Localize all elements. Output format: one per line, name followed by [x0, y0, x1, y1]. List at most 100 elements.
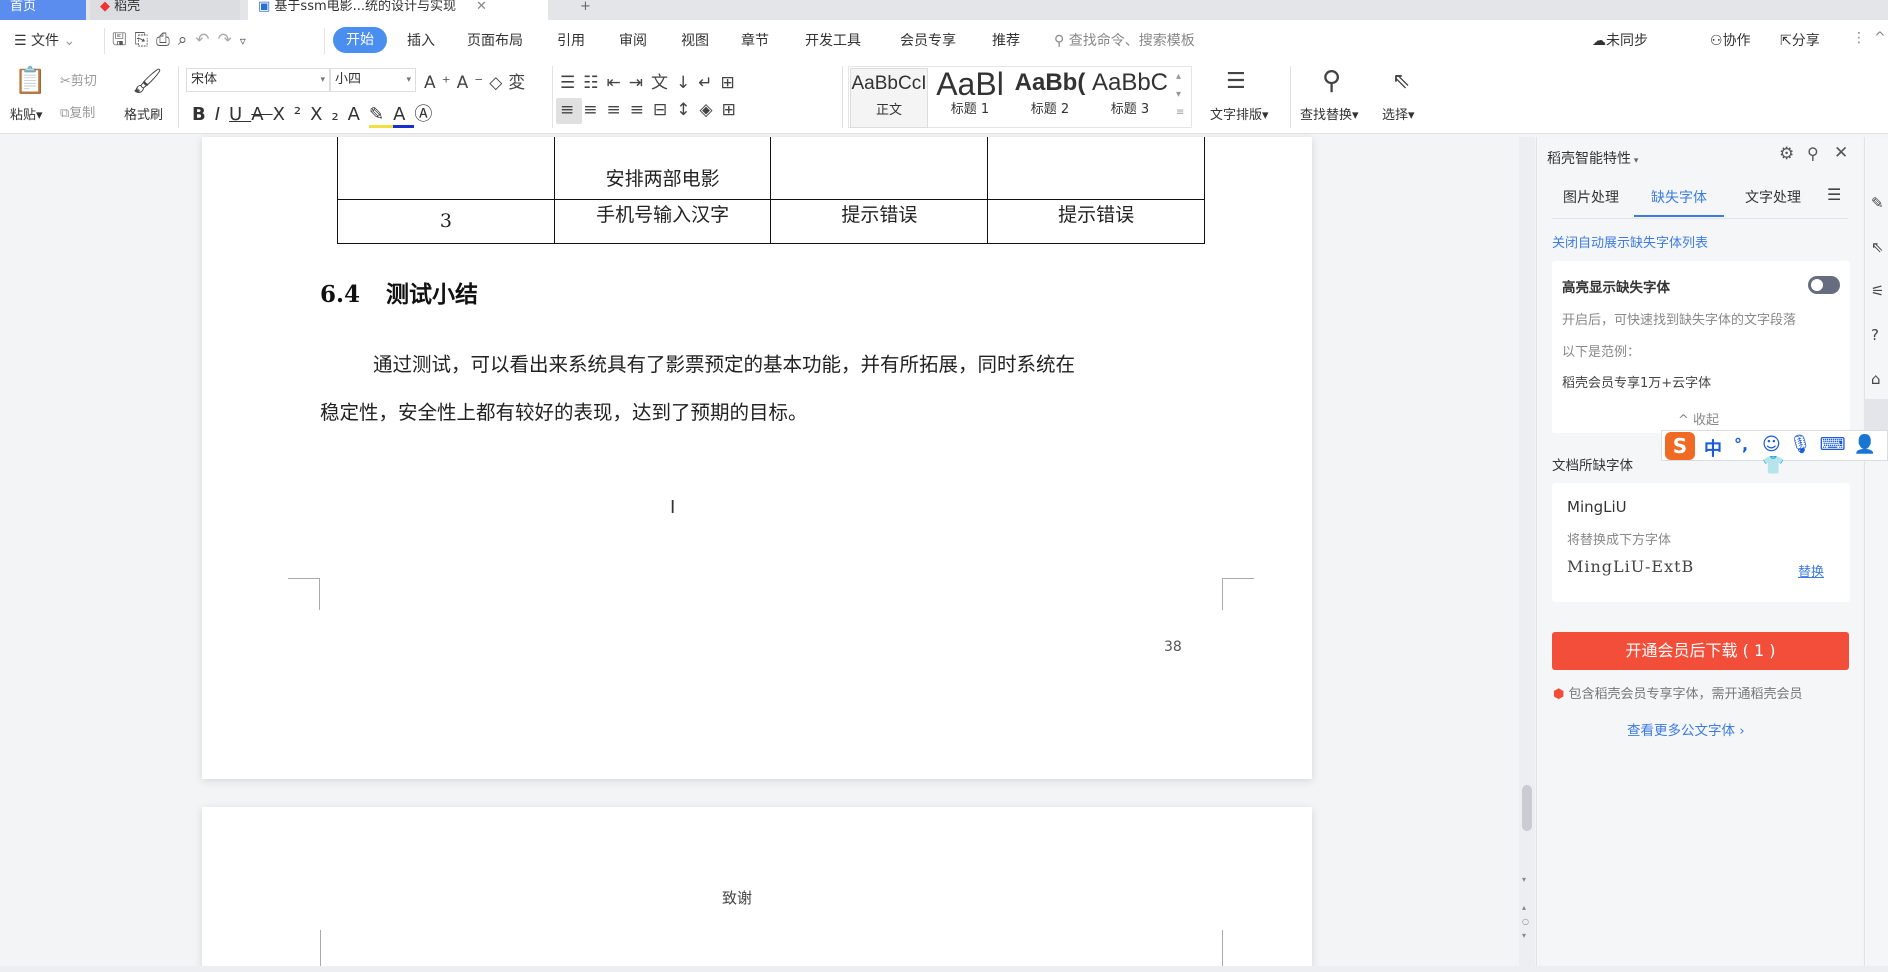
text-layout-button[interactable]: 文字排版▾ — [1210, 104, 1269, 123]
share-button[interactable]: ⇱分享 — [1780, 30, 1820, 50]
menu-icon[interactable]: ☰ — [1827, 185, 1841, 204]
chinese-layout-icon[interactable]: 文 — [651, 73, 676, 93]
select-button[interactable]: 选择▾ — [1382, 104, 1415, 123]
tab-chapter[interactable]: 章节 — [741, 30, 769, 50]
pointer-icon[interactable]: ⇖ — [1871, 225, 1884, 269]
tab-page-layout[interactable]: 页面布局 — [467, 30, 523, 50]
tab-review[interactable]: 审阅 — [619, 30, 647, 50]
help-icon[interactable]: ? — [1871, 313, 1884, 357]
download-button[interactable]: 开通会员后下载 ( 1 ) — [1552, 632, 1849, 670]
table-cell[interactable]: 手机号输入汉字 — [553, 198, 772, 244]
text-layout-icon[interactable]: ☰ — [1226, 68, 1246, 96]
font-color-icon[interactable]: A — [393, 104, 415, 128]
superscript-icon[interactable]: X² — [273, 104, 311, 125]
replace-link[interactable]: 替换 — [1798, 561, 1824, 580]
collapse-button[interactable]: ^ 收起 — [1678, 409, 1719, 428]
print-preview-icon[interactable]: ⌕ — [178, 30, 196, 50]
highlight-icon[interactable]: ✎ — [368, 104, 394, 128]
quick-access-icons[interactable]: 🖫⎘⎙⌕↶↷▿ — [112, 27, 254, 56]
strikethrough-icon[interactable]: A — [251, 104, 272, 125]
phonetic-icon[interactable]: 変 — [508, 73, 531, 93]
document-page[interactable]: 安排两部电影 3 手机号输入汉字 提示错误 提示错误 6.4 测试小结 通过测试，… — [202, 137, 1312, 779]
tab-insert[interactable]: 插入 — [407, 30, 435, 50]
show-marks-icon[interactable]: ↵ — [698, 73, 720, 93]
shading-icon[interactable]: ◈ — [700, 100, 722, 120]
table-cell[interactable]: 安排两部电影 — [553, 137, 772, 200]
file-menu[interactable]: ☰ 文件 ⌄ — [14, 30, 75, 50]
more-fonts-link[interactable]: 查看更多公文字体 › — [1627, 719, 1745, 739]
new-tab-button[interactable]: + — [570, 0, 601, 20]
underline-icon[interactable]: U — [229, 104, 251, 125]
keyboard-icon[interactable]: ⌨ — [1820, 434, 1854, 455]
ime-mode-toggle[interactable]: 中 — [1704, 435, 1722, 461]
table-cell[interactable]: 3 — [337, 198, 555, 244]
style-normal[interactable]: AaBbCcI 正文 — [850, 68, 928, 128]
tab-missing-fonts[interactable]: 缺失字体 — [1634, 177, 1724, 217]
close-icon[interactable]: ✕ — [476, 0, 487, 14]
collapse-ribbon-icon[interactable]: ^ — [1874, 30, 1886, 46]
sogou-logo-icon[interactable]: S — [1665, 432, 1695, 460]
clear-format-icon[interactable]: ◇ — [489, 73, 508, 93]
style-scroll[interactable]: ▴ ▾ ≡ — [1176, 68, 1184, 122]
style-heading-3[interactable]: AaBbC 标题 3 — [1090, 68, 1170, 128]
tab-member[interactable]: 会员专享 — [900, 30, 956, 50]
align-right-icon[interactable]: ≡ — [607, 100, 630, 120]
table-cell[interactable] — [987, 137, 1205, 200]
print-icon[interactable]: ⎙ — [156, 30, 178, 50]
panel-title-dropdown[interactable]: 稻壳智能特性 ▾ — [1547, 148, 1638, 168]
magnifier-icon[interactable]: ⚲ — [1322, 66, 1341, 96]
tab-document[interactable]: ▣ 基于ssm电影...统的设计与实现 ✕ — [248, 0, 548, 20]
sort-icon[interactable]: ↓ — [676, 73, 698, 93]
pin-icon[interactable]: ⚲ — [1807, 144, 1819, 163]
numbering-icon[interactable]: ☷ — [583, 73, 606, 93]
undo-icon[interactable]: ↶ — [195, 30, 217, 50]
edit-icon[interactable]: ✎ — [1871, 181, 1884, 225]
scrollbar-thumb[interactable] — [1522, 785, 1532, 831]
store-icon[interactable]: ⌂ — [1871, 357, 1884, 401]
align-left-icon[interactable]: ≡ — [560, 100, 583, 120]
close-auto-show-link[interactable]: 关闭自动展示缺失字体列表 — [1552, 232, 1708, 251]
tab-references[interactable]: 引用 — [557, 30, 585, 50]
grow-font-icon[interactable]: A⁺ — [424, 73, 457, 93]
skin-shirt-icon[interactable]: 👕 — [1762, 455, 1792, 476]
subscript-icon[interactable]: X₂ — [310, 104, 348, 125]
shrink-font-icon[interactable]: A⁻ — [457, 73, 490, 93]
emoji-icon[interactable]: ☺ — [1762, 434, 1789, 455]
gear-icon[interactable]: ⚙ — [1779, 144, 1794, 164]
table-cell[interactable] — [337, 137, 555, 200]
decrease-indent-icon[interactable]: ⇤ — [607, 73, 629, 93]
close-icon[interactable]: ✕ — [1834, 143, 1848, 163]
line-spacing-icon[interactable]: ↕ — [676, 100, 699, 120]
sync-status[interactable]: ☁未同步 — [1592, 30, 1648, 50]
char-border-icon[interactable]: Ⓐ — [414, 104, 441, 125]
tab-start[interactable]: 开始 — [333, 27, 387, 53]
copy-button[interactable]: ⧉复制 — [60, 102, 95, 121]
tab-developer[interactable]: 开发工具 — [805, 30, 861, 50]
bold-icon[interactable]: B — [192, 104, 215, 125]
scroll-nav-icons[interactable]: ▾ ▴ ○ ▾ — [1522, 873, 1529, 943]
align-center-icon[interactable]: ≡ — [583, 100, 606, 120]
tab-docer[interactable]: ◆ 稻壳 — [90, 0, 240, 20]
text-effect-icon[interactable]: A — [348, 104, 369, 125]
export-pdf-icon[interactable]: ⎘ — [134, 30, 156, 50]
increase-indent-icon[interactable]: ⇥ — [629, 73, 651, 93]
user-icon[interactable]: 👤 — [1854, 434, 1884, 455]
bullets-icon[interactable]: ☰ — [560, 73, 583, 93]
collab-button[interactable]: ⚇协作 — [1710, 30, 1751, 50]
table-cell[interactable]: 提示错误 — [987, 198, 1205, 244]
distribute-icon[interactable]: ⊟ — [653, 100, 676, 120]
borders-icon[interactable]: ⊞ — [722, 100, 745, 120]
brush-icon[interactable]: 🖌 — [132, 66, 162, 96]
table-cell[interactable] — [770, 137, 989, 200]
command-search[interactable]: ⚲ 查找命令、搜索模板 — [1054, 30, 1195, 50]
ime-punctuation-toggle[interactable]: °, — [1734, 435, 1748, 454]
justify-icon[interactable]: ≡ — [630, 100, 653, 120]
font-size-select[interactable]: 小四 ▾ — [330, 68, 416, 92]
tool-strip-icons[interactable]: ✎ ⇖ ⚟? ⌂ — [1871, 181, 1884, 401]
paste-button[interactable]: 粘贴▾ — [10, 104, 43, 123]
cut-button[interactable]: ✂剪切 — [60, 70, 97, 89]
italic-icon[interactable]: I — [215, 104, 229, 125]
find-replace-button[interactable]: 查找替换▾ — [1300, 104, 1359, 123]
tab-text-processing[interactable]: 文字处理 — [1745, 187, 1801, 207]
save-icon[interactable]: 🖫 — [112, 30, 134, 50]
